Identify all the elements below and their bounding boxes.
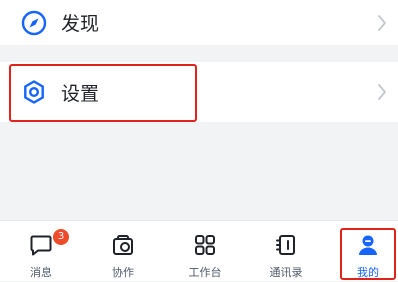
workbench-grid-icon xyxy=(195,235,215,255)
chevron-right-icon xyxy=(378,14,386,31)
tab-workbench[interactable]: 工作台 xyxy=(170,221,240,282)
tab-collaboration-label: 协作 xyxy=(112,266,134,279)
chevron-right-icon xyxy=(378,84,386,100)
menu-item-discover[interactable]: 发现 xyxy=(0,0,398,45)
tab-messages[interactable]: 3 消息 xyxy=(6,221,76,282)
menu-item-settings[interactable]: 设置 xyxy=(0,62,398,122)
tab-workbench-label: 工作台 xyxy=(188,266,222,279)
tab-me-label: 我的 xyxy=(357,266,379,279)
compass-icon xyxy=(21,10,47,35)
user-profile-icon xyxy=(359,235,377,255)
gear-icon xyxy=(24,80,44,104)
contacts-book-icon xyxy=(276,235,295,255)
tab-contacts-label: 通讯录 xyxy=(269,266,303,279)
tab-messages-label: 消息 xyxy=(30,266,52,279)
tab-collaboration[interactable]: 协作 xyxy=(88,221,158,282)
menu-item-settings-label: 设置 xyxy=(61,82,100,105)
tab-me[interactable]: 我的 xyxy=(333,221,398,282)
unread-badge: 3 xyxy=(53,229,69,245)
bottom-tab-bar: 3 消息 协作 工作台 通讯录 我的 xyxy=(0,220,398,281)
menu-item-discover-label: 发现 xyxy=(61,13,100,35)
tab-contacts[interactable]: 通讯录 xyxy=(251,221,321,282)
collaboration-icon xyxy=(113,235,133,255)
chat-bubble-icon xyxy=(30,235,52,256)
